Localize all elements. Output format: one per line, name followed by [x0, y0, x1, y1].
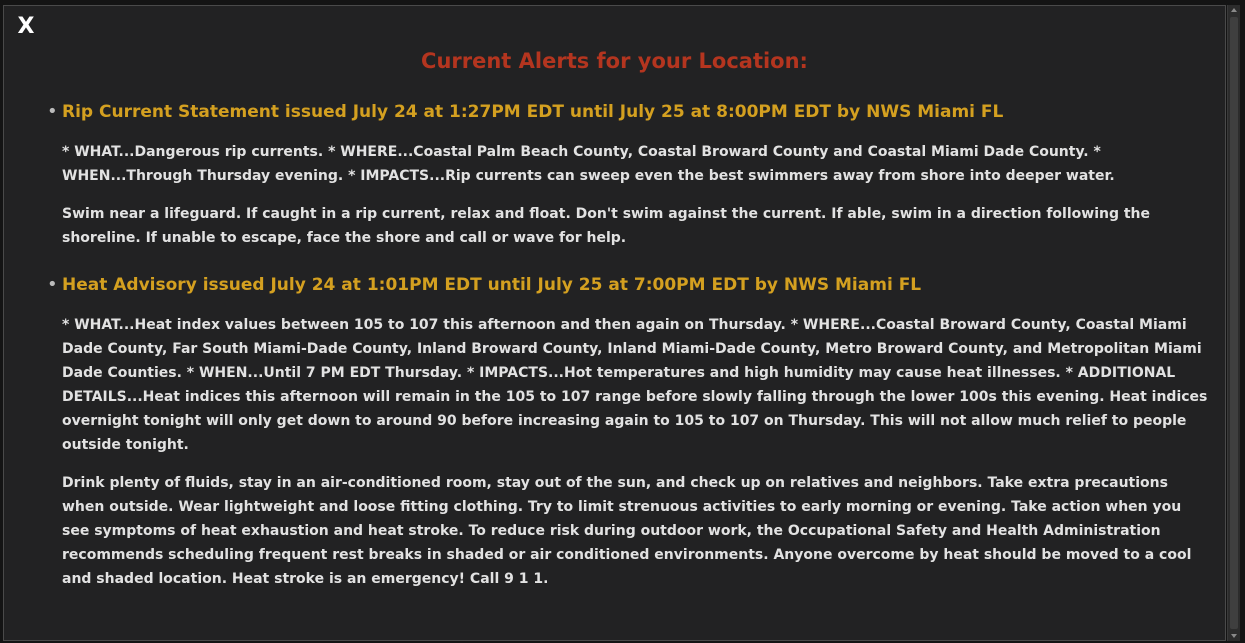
alert-heading: Heat Advisory issued July 24 at 1:01PM E…	[62, 275, 922, 295]
scroll-up-icon[interactable]	[1231, 8, 1237, 12]
bullet-icon: •	[47, 101, 58, 122]
alert-description: * WHAT...Dangerous rip currents. * WHERE…	[62, 144, 1115, 184]
alert-instruction: Swim near a lifeguard. If caught in a ri…	[62, 206, 1151, 246]
alert-item-heat-advisory: • Heat Advisory issued July 24 at 1:01PM…	[47, 272, 1212, 591]
alerts-modal: X Current Alerts for your Location: • Ri…	[3, 5, 1226, 641]
modal-title: Current Alerts for your Location:	[421, 49, 808, 73]
close-button[interactable]: X	[15, 16, 37, 38]
alert-instruction: Drink plenty of fluids, stay in an air-c…	[62, 475, 1192, 587]
alert-item-rip-current: • Rip Current Statement issued July 24 a…	[47, 99, 1212, 250]
vertical-scrollbar[interactable]	[1227, 5, 1240, 641]
alert-description: * WHAT...Heat index values between 105 t…	[62, 317, 1208, 453]
scroll-thumb[interactable]	[1230, 17, 1238, 629]
bullet-icon: •	[47, 274, 58, 295]
alerts-list: • Rip Current Statement issued July 24 a…	[47, 99, 1212, 613]
scroll-down-icon[interactable]	[1231, 634, 1237, 638]
alert-heading: Rip Current Statement issued July 24 at …	[62, 102, 1004, 122]
